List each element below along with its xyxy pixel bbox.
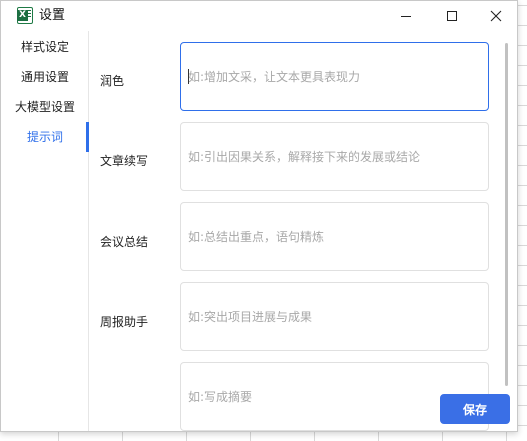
prompt-label-weekly: 周报助手 xyxy=(100,315,149,329)
prompt-label-meeting: 会议总结 xyxy=(100,235,149,249)
settings-dialog: X 设置 样式设定 通用设置 大模型设置 提示词 润色 如:增加文采，让文本更具… xyxy=(0,0,518,432)
prompts-panel: 润色 如:增加文采，让文本更具表现力 文章续写 如:引出因果关系，解释接下来的发… xyxy=(89,31,511,431)
prompt-placeholder-weekly: 如:突出项目进展与成果 xyxy=(188,310,313,324)
prompt-input-weekly[interactable]: 如:突出项目进展与成果 xyxy=(180,282,489,351)
prompt-input-continue[interactable]: 如:引出因果关系，解释接下来的发展或结论 xyxy=(180,122,489,191)
prompt-placeholder-polish: 如:增加文采，让文本更具表现力 xyxy=(188,70,361,84)
prompt-label-polish: 润色 xyxy=(100,74,125,88)
save-button[interactable]: 保存 xyxy=(440,394,510,424)
window-title: 设置 xyxy=(39,8,66,23)
maximize-button[interactable] xyxy=(429,1,475,31)
close-icon xyxy=(490,10,502,22)
close-button[interactable] xyxy=(473,1,519,31)
text-caret xyxy=(188,69,189,84)
sidebar-item-prompts[interactable]: 提示词 xyxy=(1,122,89,152)
maximize-icon xyxy=(447,11,457,21)
prompt-placeholder-meeting: 如:总结出重点，语句精炼 xyxy=(188,230,325,244)
settings-sidebar: 样式设定 通用设置 大模型设置 提示词 xyxy=(1,31,89,431)
prompt-input-polish[interactable]: 如:增加文采，让文本更具表现力 xyxy=(180,42,489,111)
minimize-button[interactable] xyxy=(383,1,429,31)
sidebar-item-general[interactable]: 通用设置 xyxy=(1,62,89,92)
title-bar: X 设置 xyxy=(1,1,517,31)
minimize-icon xyxy=(401,16,411,17)
prompt-placeholder-continue: 如:引出因果关系，解释接下来的发展或结论 xyxy=(188,150,421,164)
panel-scrollbar[interactable] xyxy=(505,43,508,386)
sidebar-item-llm[interactable]: 大模型设置 xyxy=(1,92,89,122)
prompt-label-continue: 文章续写 xyxy=(100,154,149,168)
prompt-placeholder-summary: 如:写成摘要 xyxy=(188,390,253,404)
excel-app-icon: X xyxy=(17,7,33,24)
prompt-input-meeting[interactable]: 如:总结出重点，语句精炼 xyxy=(180,202,489,271)
sidebar-item-style[interactable]: 样式设定 xyxy=(1,32,89,62)
